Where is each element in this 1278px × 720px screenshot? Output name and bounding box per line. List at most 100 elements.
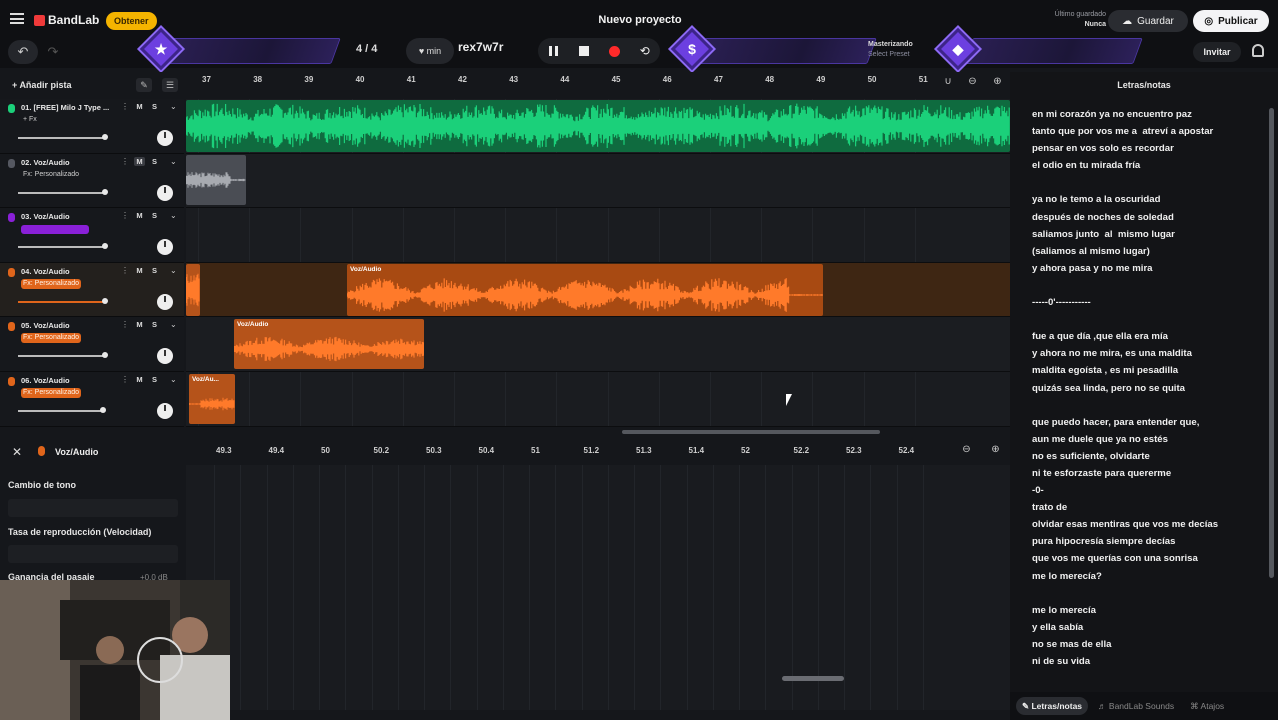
key-label[interactable]: rex7w7r (458, 40, 503, 54)
fx-button[interactable]: + Fx (21, 115, 39, 125)
track-settings-icon[interactable]: ☰ (162, 78, 178, 92)
more-options-icon[interactable]: ⋮ (121, 320, 129, 329)
volume-knob[interactable] (102, 243, 108, 250)
track-header-6[interactable]: 06. Voz/Audio Fx: Personalizado ⋮ MS ⌄ (0, 371, 184, 427)
solo-button[interactable]: S (149, 211, 160, 220)
mute-button[interactable]: M (134, 320, 145, 329)
fx-button[interactable] (21, 225, 89, 235)
volume-slider[interactable] (18, 188, 108, 195)
promo-banner-right[interactable] (963, 38, 1143, 64)
close-icon[interactable]: ✕ (12, 445, 22, 459)
get-membership-button[interactable]: Obtener (106, 12, 157, 30)
track-name[interactable]: 04. Voz/Audio (21, 267, 117, 276)
pause-button[interactable] (543, 41, 563, 61)
promo-banner-middle[interactable] (695, 38, 877, 64)
horizontal-scrollbar[interactable] (622, 430, 880, 434)
audio-clip-vocal-6[interactable]: Voz/Au... (189, 374, 235, 424)
audio-clip-beat[interactable] (186, 100, 1010, 152)
rate-stepper[interactable] (8, 545, 178, 563)
clip-editor-grid[interactable] (186, 465, 1010, 710)
audio-clip-vocal-5[interactable]: Voz/Audio (234, 319, 424, 369)
lane-6[interactable] (186, 372, 1010, 427)
track-name[interactable]: 03. Voz/Audio (21, 212, 117, 221)
lane-2[interactable] (186, 153, 1010, 209)
solo-button[interactable]: S (149, 266, 160, 275)
solo-button[interactable]: S (149, 375, 160, 384)
track-name[interactable]: 02. Voz/Audio (21, 158, 117, 167)
track-name[interactable]: 05. Voz/Audio (21, 321, 117, 330)
volume-slider[interactable] (18, 243, 108, 250)
magnet-icon[interactable]: ∪ (944, 76, 951, 94)
invite-button[interactable]: Invitar (1193, 42, 1241, 62)
save-button[interactable]: ☁ Guardar (1108, 10, 1188, 32)
stop-button[interactable] (574, 41, 594, 61)
track-header-5[interactable]: 05. Voz/Audio Fx: Personalizado ⋮ MS ⌄ (0, 317, 184, 372)
menu-icon[interactable] (10, 13, 24, 24)
tab-shortcuts[interactable]: ⌘ Atajos (1184, 697, 1230, 715)
more-options-icon[interactable]: ⋮ (121, 375, 129, 384)
volume-slider[interactable] (18, 406, 106, 413)
fx-button[interactable]: Fx: Personalizado (21, 170, 81, 180)
zoom-in-icon[interactable]: ⊕ (993, 76, 1001, 94)
tab-lyrics[interactable]: ✎ Letras/notas (1016, 697, 1089, 715)
volume-slider[interactable] (18, 297, 108, 304)
mute-button[interactable]: M (134, 102, 145, 111)
mute-button[interactable]: M (134, 156, 145, 166)
track-header-3[interactable]: 03. Voz/Audio ⋮ MS ⌄ (0, 208, 184, 263)
volume-slider[interactable] (18, 352, 108, 359)
solo-button[interactable]: S (149, 320, 160, 329)
notification-bell-icon[interactable] (1252, 44, 1264, 57)
pan-knob[interactable] (157, 348, 173, 365)
solo-button[interactable]: S (149, 102, 160, 111)
promo-banner-left[interactable] (163, 38, 341, 64)
track-header-4[interactable]: 04. Voz/Audio Fx: Personalizado ⋮ MS ⌄ (0, 262, 184, 318)
pan-knob[interactable] (157, 184, 173, 201)
audio-clip-vocal-4[interactable]: Voz/Audio (347, 264, 823, 316)
volume-knob[interactable] (102, 297, 108, 304)
track-name[interactable]: 01. [FREE] Milo J Type ... (21, 103, 117, 112)
track-name[interactable]: 06. Voz/Audio (21, 376, 117, 385)
mastering-selector[interactable]: Masterizando Select Preset (868, 40, 913, 60)
fx-button[interactable]: Fx: Personalizado (21, 278, 82, 289)
tempo-button[interactable]: ♥ min (406, 38, 454, 64)
volume-knob[interactable] (102, 352, 108, 359)
loop-button[interactable]: ⟲ (635, 41, 655, 61)
editor-scrollbar[interactable] (782, 676, 844, 681)
more-options-icon[interactable]: ⋮ (121, 211, 129, 220)
chevron-down-icon[interactable]: ⌄ (170, 266, 177, 275)
volume-knob[interactable] (102, 134, 108, 140)
more-options-icon[interactable]: ⋮ (121, 102, 129, 111)
volume-knob[interactable] (100, 406, 106, 413)
clip-editor-ruler[interactable]: 49.3 49.4 50 50.2 50.3 50.4 51 51.2 51.3 51.4 52 52… (186, 437, 946, 463)
zoom-in-icon[interactable]: ⊕ (991, 444, 999, 462)
pan-knob[interactable] (157, 293, 173, 310)
track-header-2[interactable]: 02. Voz/Audio Fx: Personalizado ⋮ MS ⌄ (0, 153, 184, 209)
timeline-ruler[interactable]: 37 38 39 40 41 42 43 44 45 46 47 48 49 50 51 (186, 72, 1010, 98)
more-options-icon[interactable]: ⋮ (121, 157, 129, 166)
pitch-stepper[interactable] (8, 499, 178, 517)
audio-clip-muted[interactable] (186, 155, 246, 205)
mute-button[interactable]: M (134, 375, 145, 384)
lyrics-text-area[interactable]: en mi corazón ya no encuentro paz tanto … (1032, 106, 1264, 670)
pan-knob[interactable] (157, 239, 173, 256)
chevron-down-icon[interactable]: ⌄ (170, 157, 177, 166)
add-track-button[interactable]: + Añadir pista (6, 77, 77, 94)
lane-3[interactable] (186, 208, 1010, 263)
solo-button[interactable]: S (149, 157, 160, 166)
more-options-icon[interactable]: ⋮ (121, 266, 129, 275)
chevron-down-icon[interactable]: ⌄ (170, 320, 177, 329)
chevron-down-icon[interactable]: ⌄ (170, 211, 177, 220)
mute-button[interactable]: M (134, 211, 145, 220)
volume-knob[interactable] (102, 188, 108, 195)
fx-button[interactable]: Fx: Personalizado (21, 387, 82, 398)
lyrics-scrollbar[interactable] (1269, 108, 1274, 578)
track-lanes[interactable]: Voz/Audio Voz/Audio Voz/Au... (186, 99, 1010, 427)
bandlab-logo[interactable]: BandLab (34, 13, 99, 27)
publish-button[interactable]: ◎ Publicar (1193, 10, 1269, 32)
chevron-down-icon[interactable]: ⌄ (170, 102, 177, 111)
tab-bandlab-sounds[interactable]: ♬ BandLab Sounds (1092, 697, 1180, 715)
audio-clip-fragment[interactable] (186, 264, 200, 316)
undo-button[interactable]: ↶ (8, 40, 38, 64)
zoom-out-icon[interactable]: ⊖ (968, 76, 976, 94)
time-signature[interactable]: 4 / 4 (356, 43, 377, 55)
